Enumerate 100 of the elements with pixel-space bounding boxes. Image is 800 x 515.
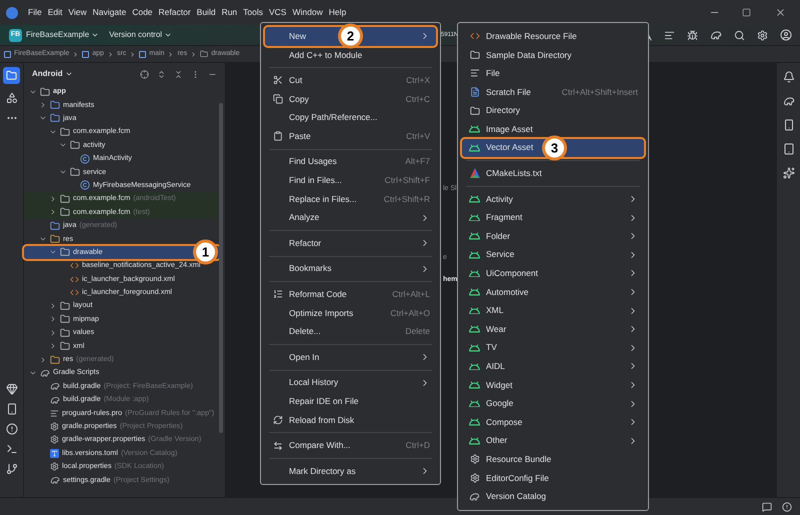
menu-bar-item[interactable]: Refactor (158, 6, 191, 19)
menu-bar-item[interactable]: Help (328, 6, 346, 19)
menu-item[interactable]: Fragment (462, 208, 644, 227)
menu-bar-item[interactable]: Edit (48, 6, 62, 19)
chevron-right-icon (167, 50, 174, 58)
menu-item[interactable]: Replace in Files... Ctrl+Shift+R (265, 190, 436, 208)
shortcut-label: Ctrl+D (406, 439, 430, 452)
menu-item[interactable]: Automotive (462, 282, 644, 302)
alert-icon[interactable] (782, 502, 792, 512)
menu-item[interactable]: Cut Ctrl+X (265, 71, 436, 90)
menu-item[interactable]: File (462, 64, 644, 83)
shapes-icon[interactable] (6, 92, 18, 104)
menu-item[interactable]: Copy Path/Reference... (265, 108, 436, 127)
module-icon (4, 50, 11, 58)
menu-item[interactable]: Optimize Imports Ctrl+Alt+O (265, 304, 436, 322)
project-selector[interactable]: FireBaseExample (26, 29, 100, 41)
menu-item[interactable]: Version Catalog (462, 487, 644, 506)
menu-bar-item[interactable]: File (28, 6, 42, 19)
menu-item[interactable]: XML (462, 301, 644, 320)
scrollbar-thumb[interactable] (219, 103, 223, 433)
menu-item[interactable]: Local History (265, 374, 436, 392)
menu-item[interactable]: Resource Bundle (462, 450, 644, 469)
menu-bar-item[interactable]: Code (132, 6, 153, 19)
menu-item[interactable]: Directory (462, 101, 644, 120)
menu-item[interactable]: Wear (462, 320, 644, 338)
menu-item[interactable]: Find Usages Alt+F7 (265, 152, 436, 172)
menu-item[interactable]: Analyze (265, 208, 436, 227)
menu-item[interactable]: Sample Data Directory (462, 46, 644, 64)
menu-bar-item[interactable]: Navigate (92, 6, 126, 19)
sparkle-icon[interactable] (782, 167, 794, 179)
text-file-icon (50, 408, 59, 418)
menu-item[interactable]: EditorConfig File (462, 468, 644, 488)
menu-item[interactable]: Folder (462, 226, 644, 246)
menu-item[interactable]: Repair IDE on File (265, 392, 436, 411)
menu-item[interactable]: Compare With... Ctrl+D (265, 436, 436, 455)
menu-item[interactable]: AIDL (462, 357, 644, 376)
menu-item[interactable]: Reload from Disk (265, 410, 436, 430)
project-view-selector[interactable]: Android (32, 68, 73, 80)
menu-item[interactable]: Find in Files... Ctrl+Shift+F (265, 171, 436, 190)
menu-item[interactable]: Copy Ctrl+C (265, 90, 436, 108)
menu-item-label: Vector Asset (486, 141, 534, 154)
tablet-icon[interactable] (782, 143, 794, 155)
android-icon (469, 288, 480, 296)
search-icon[interactable] (734, 30, 745, 40)
elephant-icon (40, 368, 50, 378)
menu-item[interactable]: UiComponent (462, 264, 644, 283)
terminal-icon[interactable] (6, 443, 18, 455)
menu-bar-item[interactable]: Tools (243, 6, 263, 19)
menu-item[interactable]: Scratch File Ctrl+Alt+Shift+Insert (462, 82, 644, 102)
menu-item-label: Compare With... (289, 439, 350, 452)
message-icon[interactable] (762, 502, 772, 512)
menu-item[interactable]: CMakeLists.txt (462, 164, 644, 183)
settings-icon[interactable] (757, 30, 768, 40)
menu-item[interactable]: Bookmarks (265, 260, 436, 278)
project-tool-button[interactable] (3, 67, 20, 84)
menu-item[interactable]: Drawable Resource File (462, 27, 644, 46)
menu-bar-item[interactable]: Run (222, 6, 238, 19)
bug-icon[interactable] (687, 30, 698, 40)
menu-item-label: XML (486, 304, 504, 317)
menu-item[interactable]: Service (462, 246, 644, 264)
menu-item[interactable]: Mark Directory as (265, 462, 436, 480)
menu-item[interactable]: Reformat Code Ctrl+Alt+L (265, 285, 436, 304)
menu-item[interactable]: Google (462, 394, 644, 413)
menu-item[interactable]: Activity (462, 190, 644, 208)
device-icon[interactable] (782, 119, 794, 131)
menu-item[interactable]: Paste Ctrl+V (265, 126, 436, 146)
menu-item[interactable]: Delete... Delete (265, 322, 436, 341)
menu-item[interactable]: New 2 (265, 27, 436, 46)
close-icon[interactable] (775, 7, 786, 18)
menu-item[interactable]: Open In (265, 348, 436, 366)
menu-item[interactable]: TV (462, 338, 644, 358)
git-branch-icon[interactable] (6, 463, 18, 475)
menu-item-label: Find in Files... (289, 174, 342, 187)
shortcut-label: Delete (405, 325, 430, 338)
collapse-all-icon[interactable] (174, 70, 183, 78)
alert-icon[interactable] (6, 423, 18, 435)
menu-item[interactable]: Widget (462, 376, 644, 394)
device-icon[interactable] (6, 403, 18, 415)
vcs-selector[interactable]: Version control (109, 29, 172, 41)
menu-item[interactable]: Compose (462, 412, 644, 432)
gem-icon[interactable] (6, 383, 18, 395)
android-icon (469, 250, 480, 259)
list-icon[interactable] (664, 30, 675, 40)
menu-bar-item[interactable]: VCS (269, 6, 286, 19)
user-icon[interactable] (780, 29, 792, 41)
menu-bar-item[interactable]: Window (292, 6, 323, 19)
expand-all-icon[interactable] (157, 70, 166, 78)
menu-item-label: Widget (486, 378, 512, 392)
bell-icon[interactable] (782, 71, 794, 83)
menu-bar-item[interactable]: View (68, 6, 87, 19)
menu-bar-item[interactable]: Build (196, 6, 216, 19)
maximize-icon[interactable] (742, 8, 751, 17)
menu-item[interactable]: Refactor (265, 234, 436, 253)
menu-item[interactable]: Vector Asset 3 (462, 138, 644, 158)
menu-item-label: Folder (486, 230, 510, 243)
folder-icon (60, 247, 70, 258)
locate-icon[interactable] (140, 70, 149, 78)
menu-item[interactable]: Other (462, 431, 644, 450)
android-icon (469, 125, 480, 134)
chevron-down-icon (164, 31, 172, 39)
